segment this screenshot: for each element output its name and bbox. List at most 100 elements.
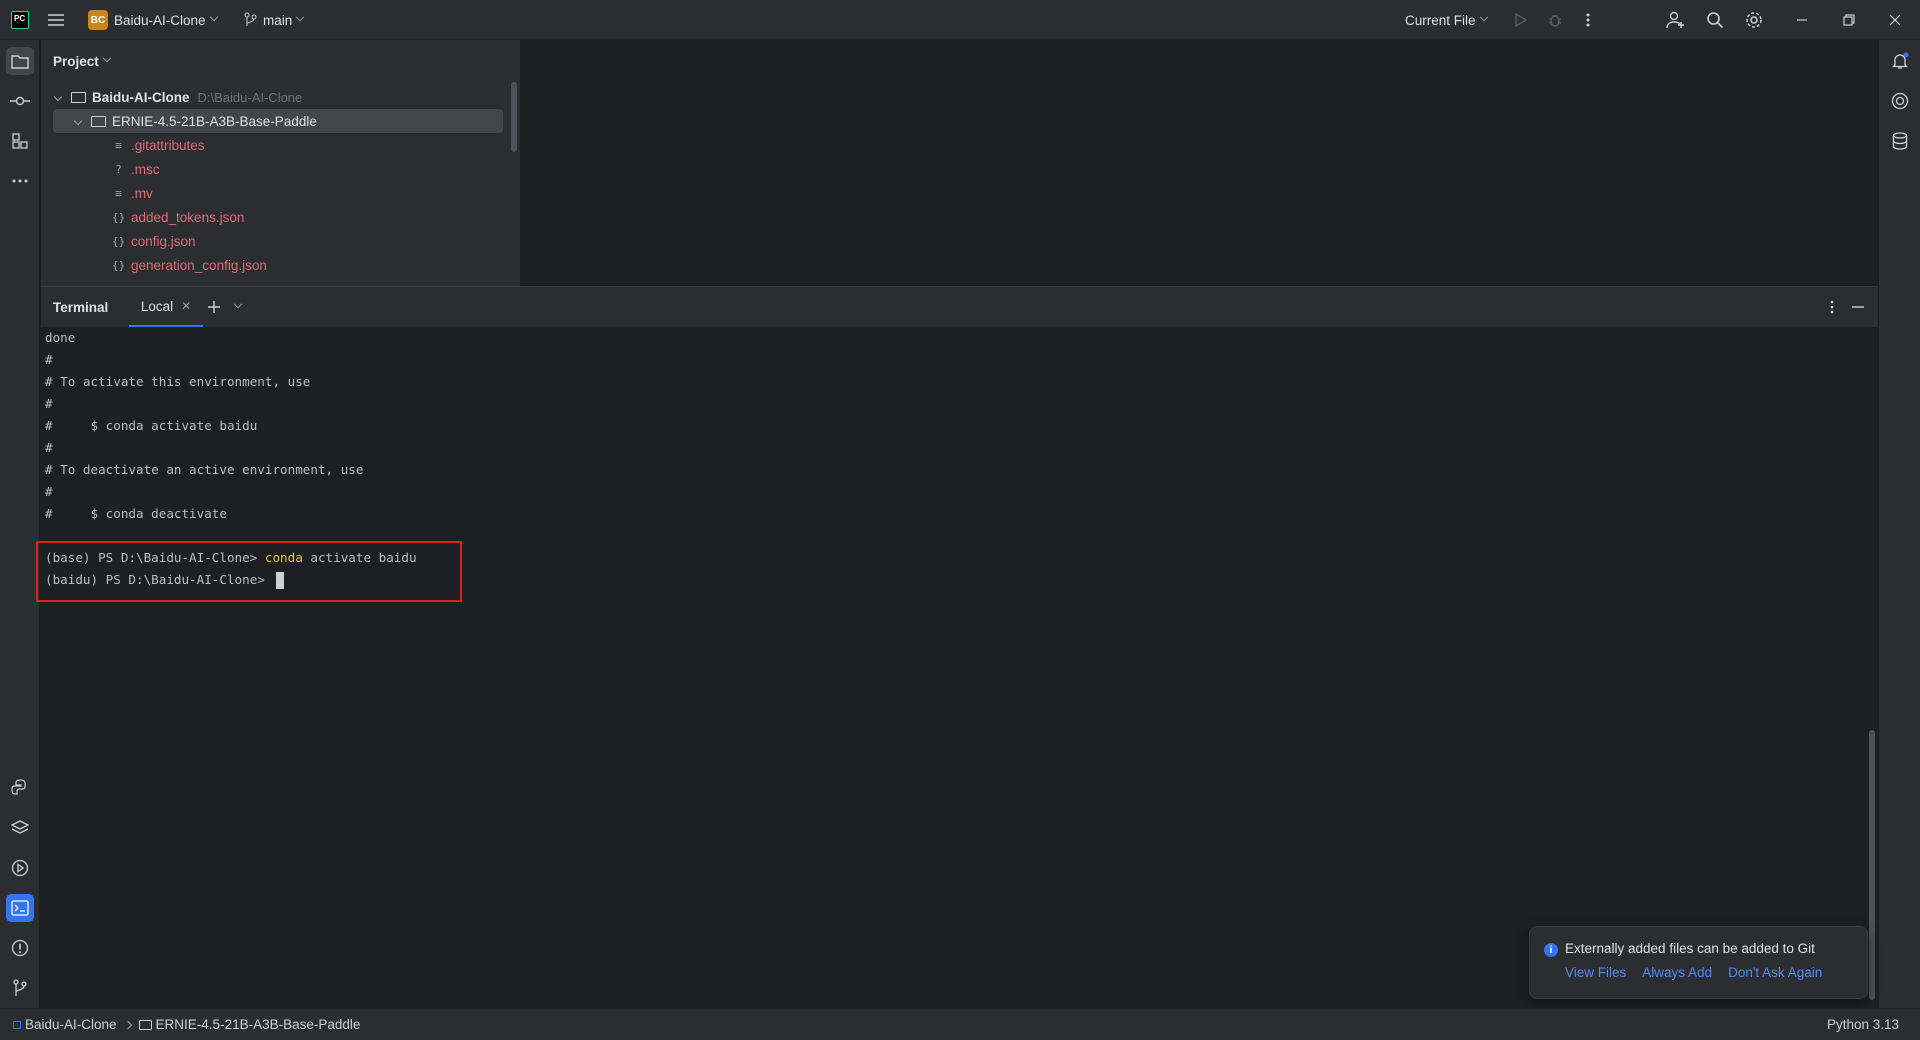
- breadcrumb-folder[interactable]: ERNIE-4.5-21B-A3B-Base-Paddle: [156, 1017, 361, 1032]
- editor-area: [521, 40, 1878, 286]
- status-bar: Baidu-AI-Clone ERNIE-4.5-21B-A3B-Base-Pa…: [0, 1008, 1920, 1040]
- structure-tool-button[interactable]: [6, 127, 34, 155]
- terminal-scrollbar[interactable]: [1869, 730, 1875, 1000]
- tree-file-config[interactable]: {} config.json: [112, 229, 196, 253]
- left-tool-strip: [0, 40, 40, 1008]
- terminal-line: # $ conda deactivate: [45, 506, 227, 521]
- structure-icon: [12, 133, 28, 149]
- python-packages-button[interactable]: [6, 814, 34, 842]
- text-file-icon: ≡: [115, 138, 122, 152]
- notification-actions: View Files Always Add Don't Ask Again: [1565, 965, 1822, 980]
- python-console-button[interactable]: [6, 774, 34, 802]
- terminal-line: #: [45, 440, 53, 455]
- view-files-link[interactable]: View Files: [1565, 965, 1626, 980]
- more-horizontal-icon: [12, 179, 28, 183]
- always-add-link[interactable]: Always Add: [1642, 965, 1712, 980]
- run-config-label: Current File: [1405, 12, 1476, 28]
- right-tool-strip: [1878, 40, 1920, 1008]
- branch-name: main: [263, 12, 293, 28]
- more-tools-button[interactable]: [6, 167, 34, 195]
- commit-tool-button[interactable]: [6, 87, 34, 115]
- tree-item-label: .msc: [131, 161, 160, 177]
- tree-item-label: config.json: [131, 233, 196, 249]
- project-tool-button[interactable]: [6, 47, 34, 75]
- tree-folder-ernie[interactable]: ERNIE-4.5-21B-A3B-Base-Paddle: [53, 109, 503, 133]
- python-interpreter[interactable]: Python 3.13: [1827, 1017, 1899, 1032]
- chevron-down-icon: [73, 116, 83, 126]
- services-icon: [11, 859, 29, 877]
- close-icon: [1889, 14, 1901, 26]
- new-terminal-button[interactable]: [207, 287, 221, 327]
- terminal-dropdown-button[interactable]: [233, 287, 243, 327]
- folder-icon: [138, 1019, 152, 1030]
- terminal-line: #: [45, 396, 53, 411]
- json-file-icon: {}: [112, 234, 126, 248]
- tree-item-label: generation_config.json: [131, 257, 267, 273]
- database-button[interactable]: [1886, 127, 1914, 155]
- minimize-button[interactable]: [1788, 6, 1816, 34]
- chevron-down-icon: [233, 299, 243, 309]
- highlight-annotation: [36, 541, 462, 602]
- ai-assistant-button[interactable]: [1886, 87, 1914, 115]
- run-config-selector[interactable]: Current File: [1405, 0, 1488, 40]
- notifications-button[interactable]: [1886, 47, 1914, 75]
- terminal-line: #: [45, 352, 53, 367]
- run-button[interactable]: [1506, 6, 1534, 34]
- code-with-me-button[interactable]: [1662, 6, 1690, 34]
- notification-title: Externally added files can be added to G…: [1565, 941, 1815, 956]
- warning-circle-icon: [11, 939, 29, 957]
- terminal-tab-local[interactable]: Local ✕: [129, 287, 203, 327]
- git-branch-icon: [13, 979, 27, 996]
- problems-tool-button[interactable]: [6, 934, 34, 962]
- minimize-icon: [1797, 19, 1807, 21]
- project-badge: BC: [88, 10, 108, 30]
- folder-icon: [11, 54, 29, 69]
- terminal-title: Terminal: [53, 299, 109, 315]
- breadcrumb-root[interactable]: Baidu-AI-Clone: [25, 1017, 117, 1032]
- tree-item-label: ERNIE-4.5-21B-A3B-Base-Paddle: [112, 113, 317, 129]
- search-button[interactable]: [1701, 6, 1729, 34]
- search-icon: [1707, 12, 1724, 29]
- project-panel-title-label: Project: [53, 53, 99, 69]
- json-file-icon: {}: [112, 258, 126, 272]
- terminal-line: done: [45, 330, 76, 345]
- terminal-options-button[interactable]: [1830, 287, 1834, 327]
- more-actions-button[interactable]: [1574, 6, 1602, 34]
- close-icon[interactable]: ✕: [181, 299, 191, 313]
- settings-button[interactable]: [1740, 6, 1768, 34]
- breadcrumb: Baidu-AI-Clone ERNIE-4.5-21B-A3B-Base-Pa…: [13, 1017, 360, 1032]
- plus-icon: [208, 301, 220, 313]
- project-panel-title[interactable]: Project: [53, 50, 112, 72]
- folder-icon: [71, 91, 86, 103]
- services-button[interactable]: [6, 854, 34, 882]
- terminal-tool-button[interactable]: [6, 894, 34, 922]
- tree-item-label: .mv: [131, 185, 153, 201]
- restore-button[interactable]: [1835, 6, 1863, 34]
- tree-root-baidu-ai-clone[interactable]: Baidu-AI-Clone D:\Baidu-AI-Clone: [53, 85, 303, 109]
- more-vertical-icon: [1586, 13, 1590, 27]
- minimize-icon: [1852, 306, 1864, 308]
- project-selector[interactable]: BC Baidu-AI-Clone: [88, 0, 218, 40]
- add-user-icon: [1666, 11, 1684, 29]
- commit-icon: [10, 96, 30, 106]
- chevron-right-icon: [123, 1020, 132, 1029]
- hide-terminal-button[interactable]: [1851, 287, 1865, 327]
- tree-file-mv[interactable]: ≡ .mv: [112, 181, 153, 205]
- tree-file-msc[interactable]: ? .msc: [112, 157, 160, 181]
- close-window-button[interactable]: [1881, 6, 1909, 34]
- tree-file-generation-config[interactable]: {} generation_config.json: [112, 253, 267, 277]
- tree-item-label: added_tokens.json: [131, 209, 245, 225]
- debug-button[interactable]: [1541, 6, 1569, 34]
- branch-selector[interactable]: main: [243, 0, 305, 40]
- tree-item-path: D:\Baidu-AI-Clone: [197, 89, 303, 105]
- git-tool-button[interactable]: [6, 974, 34, 1002]
- app-logo[interactable]: PC: [11, 0, 29, 40]
- terminal-line: #: [45, 484, 53, 499]
- project-scrollbar[interactable]: [511, 82, 517, 152]
- tree-file-gitattributes[interactable]: ≡ .gitattributes: [112, 133, 204, 157]
- terminal-line: # To deactivate an active environment, u…: [45, 462, 364, 477]
- dont-ask-again-link[interactable]: Don't Ask Again: [1728, 965, 1822, 980]
- tree-file-added-tokens[interactable]: {} added_tokens.json: [112, 205, 244, 229]
- main-menu-button[interactable]: [47, 0, 65, 40]
- git-branch-icon: [244, 12, 257, 26]
